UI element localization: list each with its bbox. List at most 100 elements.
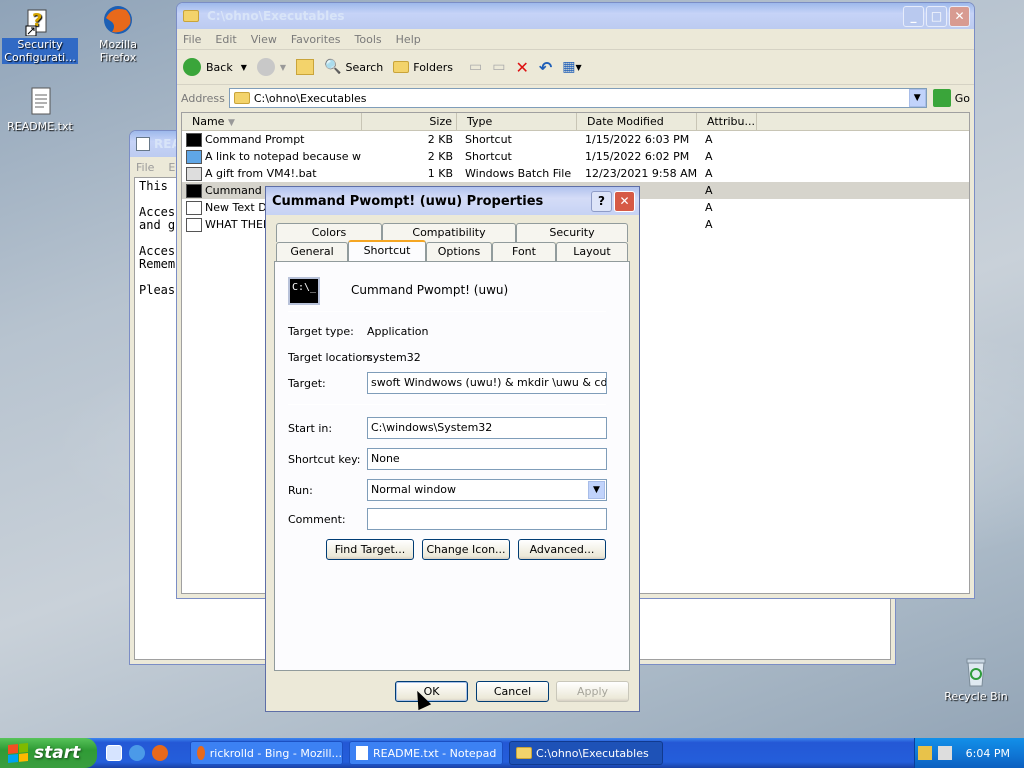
firefox-task-icon bbox=[197, 746, 205, 760]
dialog-close-button[interactable]: ✕ bbox=[614, 190, 635, 212]
forward-dropdown-icon[interactable]: ▼ bbox=[280, 63, 286, 72]
shortcut-key-input[interactable]: None bbox=[367, 448, 607, 470]
column-header-row: Name ▼ Size Type Date Modified Attribu..… bbox=[182, 113, 969, 131]
search-icon: 🔍 bbox=[324, 59, 342, 75]
maximize-button[interactable]: □ bbox=[926, 5, 947, 27]
table-row[interactable]: A link to notepad because wh... 2 KB Sho… bbox=[182, 148, 969, 165]
tab-shortcut[interactable]: Shortcut bbox=[348, 240, 426, 261]
notepad-icon bbox=[136, 137, 150, 151]
up-folder-button[interactable] bbox=[296, 59, 315, 75]
copy-to-button[interactable]: ▭ bbox=[492, 59, 505, 75]
desktop-icon-label: README.txt bbox=[7, 120, 73, 133]
undo-button[interactable]: ↶ bbox=[539, 58, 552, 77]
explorer-toolbar: Back ▼ ▼ 🔍 Search Folders ▭ ▭ ✕ ↶ ▦ ▼ bbox=[177, 49, 974, 85]
menu-help[interactable]: Help bbox=[396, 33, 421, 46]
minimize-button[interactable]: _ bbox=[903, 5, 924, 27]
properties-dialog[interactable]: Cummand Pwompt! (uwu) Properties ? ✕ Col… bbox=[265, 186, 640, 712]
comment-input[interactable] bbox=[367, 508, 607, 530]
folders-icon bbox=[393, 61, 410, 73]
column-size[interactable]: Size bbox=[362, 113, 457, 130]
tab-security[interactable]: Security bbox=[516, 223, 628, 242]
start-label: start bbox=[34, 743, 81, 763]
taskbar-item-notepad[interactable]: README.txt - Notepad bbox=[349, 741, 503, 765]
menu-tools[interactable]: Tools bbox=[355, 33, 382, 46]
cmd-shortcut-icon bbox=[186, 132, 202, 147]
address-dropdown-icon[interactable]: ▼ bbox=[908, 89, 926, 107]
desktop-icon-firefox[interactable]: Mozilla Firefox bbox=[80, 4, 156, 64]
go-button[interactable]: Go bbox=[955, 92, 970, 105]
back-dropdown-icon[interactable]: ▼ bbox=[241, 63, 247, 72]
desktop-icon-label: Mozilla Firefox bbox=[99, 38, 137, 64]
run-select[interactable]: Normal window ▼ bbox=[367, 479, 607, 501]
address-folder-icon bbox=[233, 92, 250, 104]
folder-icon bbox=[183, 10, 199, 22]
back-button[interactable]: Back ▼ bbox=[183, 58, 247, 76]
copy-to-icon: ▭ bbox=[492, 59, 506, 75]
help-button[interactable]: ? bbox=[591, 190, 612, 212]
taskbar-item-explorer[interactable]: C:\ohno\Executables bbox=[509, 741, 663, 765]
desktop-icon-recycle-bin[interactable]: Recycle Bin bbox=[938, 656, 1014, 703]
cancel-button[interactable]: Cancel bbox=[476, 681, 549, 702]
run-label: Run: bbox=[288, 484, 313, 497]
delete-button[interactable]: ✕ bbox=[515, 58, 528, 77]
table-row[interactable]: Command Prompt 2 KB Shortcut 1/15/2022 6… bbox=[182, 131, 969, 148]
search-button[interactable]: 🔍 Search bbox=[324, 59, 383, 75]
ok-button[interactable]: OK bbox=[395, 681, 468, 702]
target-input[interactable]: swoft Windwows (uwu!) & mkdir \uwu & cd … bbox=[367, 372, 607, 394]
menu-edit[interactable]: Edit bbox=[215, 33, 236, 46]
target-type-value: Application bbox=[367, 325, 429, 338]
firefox-quicklaunch-icon[interactable] bbox=[152, 745, 168, 761]
recycle-bin-icon bbox=[960, 656, 992, 688]
notepad-menu-file[interactable]: File bbox=[136, 161, 154, 174]
tab-font[interactable]: Font bbox=[492, 242, 556, 261]
notepad-menu-edit[interactable]: E bbox=[168, 161, 175, 174]
run-dropdown-icon[interactable]: ▼ bbox=[588, 481, 605, 499]
menu-favorites[interactable]: Favorites bbox=[291, 33, 341, 46]
explorer-title: C:\ohno\Executables bbox=[207, 9, 345, 23]
sort-arrow-icon: ▼ bbox=[227, 118, 235, 128]
search-label: Search bbox=[345, 60, 384, 74]
dialog-titlebar[interactable]: Cummand Pwompt! (uwu) Properties ? ✕ bbox=[266, 187, 639, 215]
column-date-modified[interactable]: Date Modified bbox=[577, 113, 697, 130]
column-name[interactable]: Name ▼ bbox=[182, 113, 362, 130]
advanced-button[interactable]: Advanced... bbox=[518, 539, 606, 560]
close-button[interactable]: ✕ bbox=[949, 5, 970, 27]
comment-label: Comment: bbox=[288, 513, 346, 526]
system-tray: 6:04 PM bbox=[914, 738, 1024, 768]
move-to-button[interactable]: ▭ bbox=[469, 59, 482, 75]
column-type[interactable]: Type bbox=[457, 113, 577, 130]
table-row[interactable]: A gift from VM4!.bat 1 KB Windows Batch … bbox=[182, 165, 969, 182]
target-location-value: system32 bbox=[367, 351, 421, 364]
folders-button[interactable]: Folders bbox=[393, 61, 453, 74]
apply-button[interactable]: Apply bbox=[556, 681, 629, 702]
change-icon-button[interactable]: Change Icon... bbox=[422, 539, 510, 560]
show-desktop-icon[interactable] bbox=[106, 745, 122, 761]
menu-file[interactable]: File bbox=[183, 33, 201, 46]
find-target-button[interactable]: Find Target... bbox=[326, 539, 414, 560]
tab-options[interactable]: Options bbox=[426, 242, 492, 261]
folders-label: Folders bbox=[413, 60, 453, 74]
target-location-label: Target location: bbox=[288, 351, 373, 364]
forward-button[interactable]: ▼ bbox=[256, 58, 286, 76]
address-input[interactable]: C:\ohno\Executables ▼ bbox=[228, 88, 927, 108]
address-value: C:\ohno\Executables bbox=[253, 91, 367, 105]
up-folder-icon bbox=[296, 59, 315, 75]
internet-explorer-icon[interactable] bbox=[129, 745, 145, 761]
tab-layout[interactable]: Layout bbox=[556, 242, 628, 261]
desktop-icon-security-config[interactable]: ? Security Configurati... bbox=[2, 4, 78, 64]
desktop-icon-readme[interactable]: README.txt bbox=[2, 86, 78, 133]
views-icon: ▦ bbox=[562, 59, 576, 75]
tray-icon[interactable] bbox=[917, 746, 932, 760]
taskbar-item-firefox[interactable]: rickrolld - Bing - Mozill... bbox=[190, 741, 343, 765]
batch-file-icon bbox=[186, 166, 202, 181]
views-button[interactable]: ▦ ▼ bbox=[562, 59, 581, 75]
start-in-input[interactable]: C:\windows\System32 bbox=[367, 417, 607, 439]
clock[interactable]: 6:04 PM bbox=[966, 747, 1010, 760]
column-attributes[interactable]: Attribu... bbox=[697, 113, 757, 130]
menu-view[interactable]: View bbox=[251, 33, 277, 46]
start-button[interactable]: start bbox=[0, 738, 97, 768]
tray-icon[interactable] bbox=[937, 746, 952, 760]
tab-general[interactable]: General bbox=[276, 242, 348, 261]
go-arrow-icon[interactable] bbox=[932, 89, 951, 107]
explorer-titlebar[interactable]: C:\ohno\Executables _ □ ✕ bbox=[177, 3, 974, 29]
